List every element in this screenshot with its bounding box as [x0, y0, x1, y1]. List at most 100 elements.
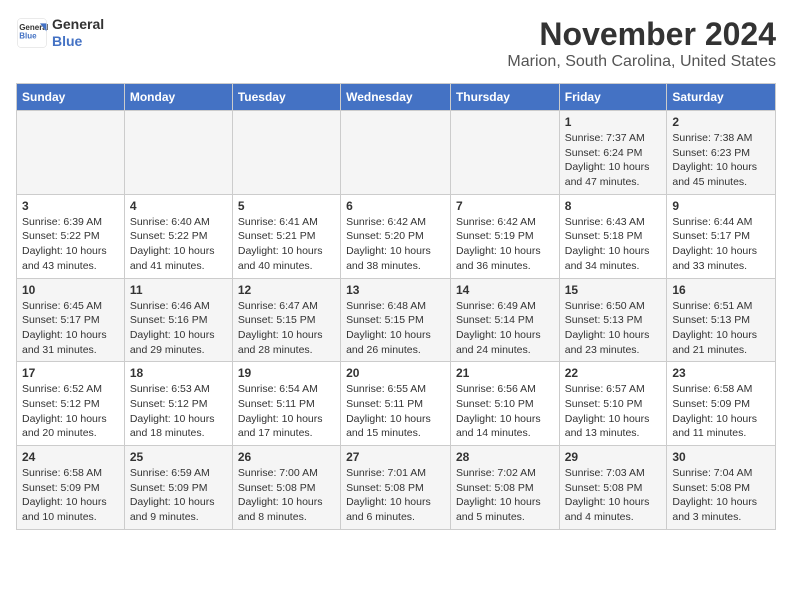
location-title: Marion, South Carolina, United States	[507, 53, 776, 71]
day-cell: 3 Sunrise: 6:39 AMSunset: 5:22 PMDaylight…	[17, 194, 125, 278]
logo-text: General Blue	[52, 16, 104, 50]
day-cell	[17, 111, 125, 195]
day-number: 25	[130, 450, 227, 464]
day-number: 4	[130, 199, 227, 213]
day-cell: 17 Sunrise: 6:52 AMSunset: 5:12 PMDayligh…	[17, 362, 125, 446]
week-row-5: 24 Sunrise: 6:58 AMSunset: 5:09 PMDayligh…	[17, 446, 776, 530]
day-info: Sunrise: 6:48 AMSunset: 5:15 PMDaylight:…	[346, 299, 445, 358]
day-info: Sunrise: 6:53 AMSunset: 5:12 PMDaylight:…	[130, 382, 227, 441]
day-number: 19	[238, 366, 335, 380]
day-info: Sunrise: 6:52 AMSunset: 5:12 PMDaylight:…	[22, 382, 119, 441]
day-cell: 2 Sunrise: 7:38 AMSunset: 6:23 PMDaylight…	[667, 111, 776, 195]
day-number: 24	[22, 450, 119, 464]
day-info: Sunrise: 6:58 AMSunset: 5:09 PMDaylight:…	[22, 466, 119, 525]
day-cell: 22 Sunrise: 6:57 AMSunset: 5:10 PMDayligh…	[559, 362, 667, 446]
logo: General Blue General Blue	[16, 16, 104, 50]
day-number: 2	[672, 115, 770, 129]
day-number: 16	[672, 283, 770, 297]
day-info: Sunrise: 6:42 AMSunset: 5:19 PMDaylight:…	[456, 215, 554, 274]
day-cell: 9 Sunrise: 6:44 AMSunset: 5:17 PMDaylight…	[667, 194, 776, 278]
day-cell: 26 Sunrise: 7:00 AMSunset: 5:08 PMDayligh…	[232, 446, 340, 530]
day-info: Sunrise: 6:43 AMSunset: 5:18 PMDaylight:…	[565, 215, 662, 274]
day-info: Sunrise: 6:46 AMSunset: 5:16 PMDaylight:…	[130, 299, 227, 358]
svg-text:Blue: Blue	[19, 31, 37, 40]
day-number: 15	[565, 283, 662, 297]
day-number: 7	[456, 199, 554, 213]
day-info: Sunrise: 6:59 AMSunset: 5:09 PMDaylight:…	[130, 466, 227, 525]
day-cell: 11 Sunrise: 6:46 AMSunset: 5:16 PMDayligh…	[124, 278, 232, 362]
day-cell: 28 Sunrise: 7:02 AMSunset: 5:08 PMDayligh…	[450, 446, 559, 530]
day-cell: 4Sunrise: 6:40 AMSunset: 5:22 PMDaylight…	[124, 194, 232, 278]
day-header-tuesday: Tuesday	[232, 84, 340, 111]
day-number: 3	[22, 199, 119, 213]
day-info: Sunrise: 6:54 AMSunset: 5:11 PMDaylight:…	[238, 382, 335, 441]
day-cell: 6 Sunrise: 6:42 AMSunset: 5:20 PMDaylight…	[341, 194, 451, 278]
day-info: Sunrise: 7:01 AMSunset: 5:08 PMDaylight:…	[346, 466, 445, 525]
day-number: 27	[346, 450, 445, 464]
day-number: 9	[672, 199, 770, 213]
day-cell: 12 Sunrise: 6:47 AMSunset: 5:15 PMDayligh…	[232, 278, 340, 362]
day-number: 14	[456, 283, 554, 297]
day-header-wednesday: Wednesday	[341, 84, 451, 111]
day-header-friday: Friday	[559, 84, 667, 111]
day-info: Sunrise: 7:00 AMSunset: 5:08 PMDaylight:…	[238, 466, 335, 525]
day-number: 23	[672, 366, 770, 380]
day-cell: 25 Sunrise: 6:59 AMSunset: 5:09 PMDayligh…	[124, 446, 232, 530]
day-info: Sunrise: 6:56 AMSunset: 5:10 PMDaylight:…	[456, 382, 554, 441]
day-header-monday: Monday	[124, 84, 232, 111]
week-row-4: 17 Sunrise: 6:52 AMSunset: 5:12 PMDayligh…	[17, 362, 776, 446]
day-number: 12	[238, 283, 335, 297]
day-number: 5	[238, 199, 335, 213]
day-cell: 21Sunrise: 6:56 AMSunset: 5:10 PMDayligh…	[450, 362, 559, 446]
day-cell: 27 Sunrise: 7:01 AMSunset: 5:08 PMDayligh…	[341, 446, 451, 530]
day-number: 17	[22, 366, 119, 380]
day-info: Sunrise: 6:47 AMSunset: 5:15 PMDaylight:…	[238, 299, 335, 358]
day-number: 1	[565, 115, 662, 129]
day-cell	[450, 111, 559, 195]
day-cell: 20Sunrise: 6:55 AMSunset: 5:11 PMDayligh…	[341, 362, 451, 446]
day-number: 6	[346, 199, 445, 213]
month-title: November 2024	[507, 16, 776, 53]
day-info: Sunrise: 6:58 AMSunset: 5:09 PMDaylight:…	[672, 382, 770, 441]
day-number: 28	[456, 450, 554, 464]
week-row-1: 1Sunrise: 7:37 AMSunset: 6:24 PMDaylight…	[17, 111, 776, 195]
day-number: 20	[346, 366, 445, 380]
day-number: 26	[238, 450, 335, 464]
day-info: Sunrise: 6:42 AMSunset: 5:20 PMDaylight:…	[346, 215, 445, 274]
day-number: 10	[22, 283, 119, 297]
day-info: Sunrise: 6:39 AMSunset: 5:22 PMDaylight:…	[22, 215, 119, 274]
day-number: 22	[565, 366, 662, 380]
day-info: Sunrise: 7:03 AMSunset: 5:08 PMDaylight:…	[565, 466, 662, 525]
day-number: 30	[672, 450, 770, 464]
day-cell: 30 Sunrise: 7:04 AMSunset: 5:08 PMDayligh…	[667, 446, 776, 530]
calendar-table: SundayMondayTuesdayWednesdayThursdayFrid…	[16, 83, 776, 530]
day-cell: 23 Sunrise: 6:58 AMSunset: 5:09 PMDayligh…	[667, 362, 776, 446]
day-info: Sunrise: 6:57 AMSunset: 5:10 PMDaylight:…	[565, 382, 662, 441]
day-number: 11	[130, 283, 227, 297]
week-row-2: 3 Sunrise: 6:39 AMSunset: 5:22 PMDaylight…	[17, 194, 776, 278]
day-cell	[232, 111, 340, 195]
day-info: Sunrise: 7:38 AMSunset: 6:23 PMDaylight:…	[672, 131, 770, 190]
day-number: 18	[130, 366, 227, 380]
day-cell: 15 Sunrise: 6:50 AMSunset: 5:13 PMDayligh…	[559, 278, 667, 362]
day-cell: 14 Sunrise: 6:49 AMSunset: 5:14 PMDayligh…	[450, 278, 559, 362]
header: General Blue General Blue November 2024 …	[16, 16, 776, 71]
day-cell	[341, 111, 451, 195]
day-info: Sunrise: 7:02 AMSunset: 5:08 PMDaylight:…	[456, 466, 554, 525]
day-number: 13	[346, 283, 445, 297]
day-info: Sunrise: 6:44 AMSunset: 5:17 PMDaylight:…	[672, 215, 770, 274]
title-area: November 2024 Marion, South Carolina, Un…	[507, 16, 776, 71]
day-cell: 16 Sunrise: 6:51 AMSunset: 5:13 PMDayligh…	[667, 278, 776, 362]
day-info: Sunrise: 7:04 AMSunset: 5:08 PMDaylight:…	[672, 466, 770, 525]
day-info: Sunrise: 6:49 AMSunset: 5:14 PMDaylight:…	[456, 299, 554, 358]
day-info: Sunrise: 6:45 AMSunset: 5:17 PMDaylight:…	[22, 299, 119, 358]
day-info: Sunrise: 6:50 AMSunset: 5:13 PMDaylight:…	[565, 299, 662, 358]
day-number: 29	[565, 450, 662, 464]
day-cell	[124, 111, 232, 195]
day-header-saturday: Saturday	[667, 84, 776, 111]
day-info: Sunrise: 6:51 AMSunset: 5:13 PMDaylight:…	[672, 299, 770, 358]
day-cell: 24 Sunrise: 6:58 AMSunset: 5:09 PMDayligh…	[17, 446, 125, 530]
day-cell: 8Sunrise: 6:43 AMSunset: 5:18 PMDaylight…	[559, 194, 667, 278]
day-cell: 29 Sunrise: 7:03 AMSunset: 5:08 PMDayligh…	[559, 446, 667, 530]
logo-icon: General Blue	[16, 17, 48, 49]
